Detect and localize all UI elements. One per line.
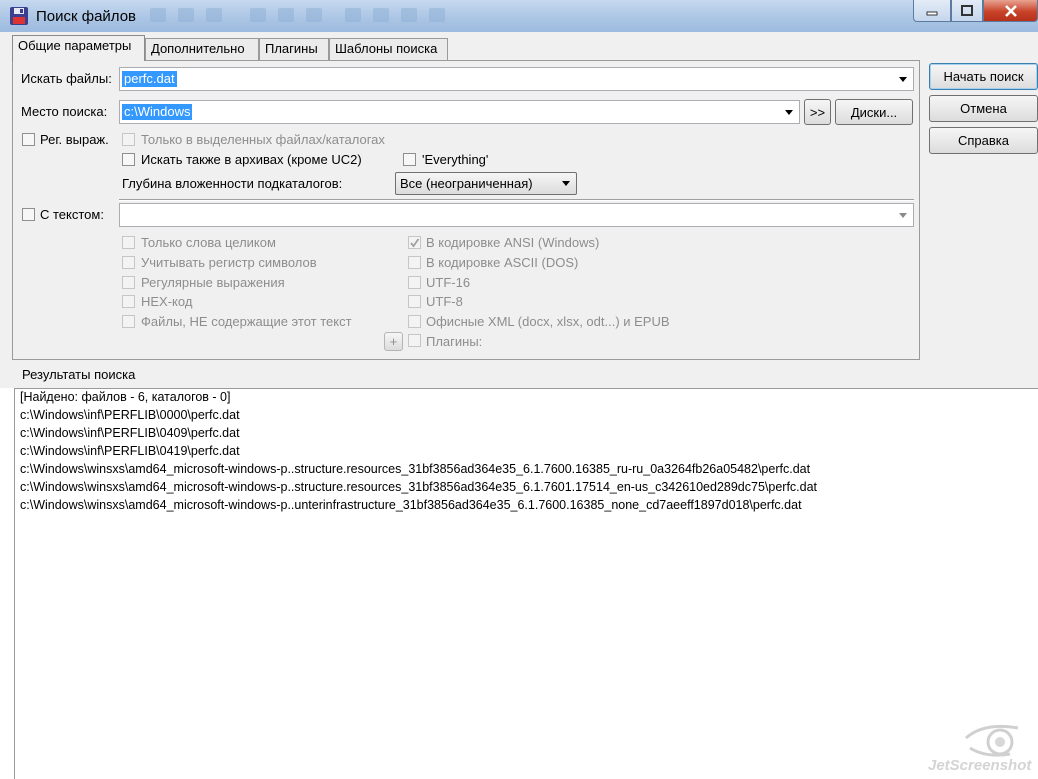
files-input[interactable]: perfc.dat: [122, 71, 177, 87]
toolbar-ghost-icon: [178, 8, 194, 22]
depth-dropdown[interactable]: Все (неограниченная): [395, 172, 577, 195]
archives-checkbox[interactable]: [122, 153, 135, 166]
not-containing-label: Файлы, НЕ содержащие этот текст: [141, 314, 352, 329]
office-checkbox[interactable]: [408, 315, 421, 328]
toolbar-ghost-icon: [345, 8, 361, 22]
close-icon: [1004, 4, 1017, 17]
location-input[interactable]: c:\Windows: [122, 104, 193, 120]
list-item[interactable]: [Найдено: файлов - 6, каталогов - 0]: [20, 390, 231, 404]
with-text-checkbox[interactable]: [22, 208, 35, 221]
plugins-checkbox[interactable]: [408, 334, 421, 347]
files-combo[interactable]: perfc.dat: [119, 67, 914, 91]
location-combo[interactable]: c:\Windows: [119, 100, 800, 124]
tab-advanced[interactable]: Дополнительно: [145, 38, 259, 60]
whole-words-label: Только слова целиком: [141, 235, 276, 250]
utf8-checkbox[interactable]: [408, 295, 421, 308]
minimize-icon: [926, 11, 938, 15]
location-label: Место поиска:: [21, 104, 108, 119]
utf16-checkbox[interactable]: [408, 276, 421, 289]
tab-templates[interactable]: Шаблоны поиска: [329, 38, 448, 60]
ansi-label: В кодировке ANSI (Windows): [426, 235, 600, 250]
toolbar-ghost-icon: [250, 8, 266, 22]
utf16-label: UTF-16: [426, 275, 471, 290]
regex-checkbox[interactable]: [22, 133, 35, 146]
list-item[interactable]: c:\Windows\winsxs\amd64_microsoft-window…: [20, 480, 817, 494]
list-item[interactable]: c:\Windows\winsxs\amd64_microsoft-window…: [20, 498, 802, 512]
window-title: Поиск файлов: [36, 8, 137, 25]
selected-only-checkbox[interactable]: [122, 133, 135, 146]
ansi-checkbox[interactable]: [408, 236, 421, 249]
everything-label: 'Everything': [422, 152, 489, 167]
watermark-text: JetScreenshot: [928, 757, 1032, 774]
with-text-label: С текстом:: [40, 207, 104, 222]
toolbar-ghost-icon: [401, 8, 417, 22]
depth-value: Все (неограниченная): [400, 176, 533, 191]
chevron-down-icon[interactable]: [899, 213, 907, 218]
utf8-label: UTF-8: [426, 294, 463, 309]
checkmark-icon: [410, 238, 420, 248]
text-regex-checkbox[interactable]: [122, 276, 135, 289]
archives-label: Искать также в архивах (кроме UC2): [141, 152, 362, 167]
toolbar-ghost-icon: [206, 8, 222, 22]
whole-words-checkbox[interactable]: [122, 236, 135, 249]
chevron-down-icon[interactable]: [785, 110, 793, 115]
toolbar-ghost-icon: [373, 8, 389, 22]
text-combo[interactable]: [119, 203, 914, 227]
close-button[interactable]: [983, 0, 1038, 22]
plugins-label: Плагины:: [426, 334, 483, 349]
list-item[interactable]: c:\Windows\inf\PERFLIB\0409\perfc.dat: [20, 426, 240, 440]
help-button[interactable]: Справка: [929, 127, 1038, 154]
maximize-icon: [961, 4, 973, 16]
case-checkbox[interactable]: [122, 256, 135, 269]
toolbar-ghost-icon: [278, 8, 294, 22]
ascii-label: В кодировке ASCII (DOS): [426, 255, 579, 270]
floppy-disk-icon: [10, 7, 28, 25]
plus-button[interactable]: +: [384, 332, 403, 351]
results-header: Результаты поиска: [22, 367, 136, 382]
office-label: Офисные XML (docx, xlsx, odt...) и EPUB: [426, 314, 670, 329]
toolbar-ghost-icon: [150, 8, 166, 22]
drives-button[interactable]: Диски...: [835, 99, 913, 125]
list-item[interactable]: c:\Windows\inf\PERFLIB\0000\perfc.dat: [20, 408, 240, 422]
chevron-down-icon[interactable]: [899, 77, 907, 82]
toolbar-ghost-icon: [429, 8, 445, 22]
chevron-down-icon: [562, 181, 570, 186]
depth-label: Глубина вложенности подкаталогов:: [122, 176, 343, 191]
regex-label: Рег. выраж.: [40, 132, 109, 147]
selected-only-label: Только в выделенных файлах/каталогах: [141, 132, 385, 147]
text-regex-label: Регулярные выражения: [141, 275, 285, 290]
everything-checkbox[interactable]: [403, 153, 416, 166]
start-search-button[interactable]: Начать поиск: [929, 63, 1038, 90]
jetscreenshot-watermark-logo: JetScreenshot: [928, 724, 1032, 774]
ascii-checkbox[interactable]: [408, 256, 421, 269]
toolbar-ghost-icon: [306, 8, 322, 22]
browse-button[interactable]: >>: [804, 99, 831, 125]
hex-label: HEX-код: [141, 294, 193, 309]
tab-plugins[interactable]: Плагины: [259, 38, 329, 60]
minimize-button[interactable]: [913, 0, 951, 22]
list-item[interactable]: c:\Windows\inf\PERFLIB\0419\perfc.dat: [20, 444, 240, 458]
case-label: Учитывать регистр символов: [141, 255, 317, 270]
not-containing-checkbox[interactable]: [122, 315, 135, 328]
files-label: Искать файлы:: [21, 71, 112, 86]
hex-checkbox[interactable]: [122, 295, 135, 308]
cancel-button[interactable]: Отмена: [929, 95, 1038, 122]
results-header-bar: [0, 362, 1038, 388]
tab-general[interactable]: Общие параметры: [12, 35, 145, 61]
maximize-button[interactable]: [951, 0, 983, 22]
list-item[interactable]: c:\Windows\winsxs\amd64_microsoft-window…: [20, 462, 810, 476]
separator: [119, 199, 914, 201]
results-list[interactable]: [Найдено: файлов - 6, каталогов - 0] c:\…: [14, 388, 1038, 779]
